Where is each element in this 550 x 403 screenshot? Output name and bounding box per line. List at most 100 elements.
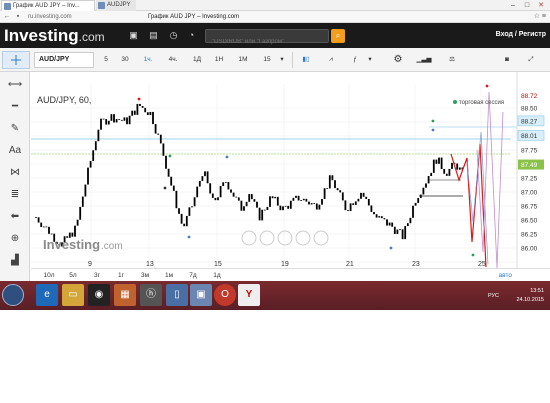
bar-count[interactable]: 15 — [258, 52, 276, 68]
candle-body — [206, 171, 209, 184]
candle-body — [97, 129, 100, 142]
search-input[interactable] — [206, 36, 328, 48]
back-icon[interactable]: ← — [2, 12, 12, 22]
gear-icon[interactable]: ⚙ — [390, 52, 406, 68]
candle-body — [451, 162, 453, 169]
reset-icon[interactable] — [277, 230, 293, 246]
period-5y[interactable]: 5л — [63, 270, 83, 281]
candle-body — [289, 200, 292, 209]
candle-type-icon[interactable]: ▮▯ — [298, 52, 314, 68]
briefcase-icon[interactable]: ▣ — [128, 30, 139, 41]
window-icon[interactable]: ▣ — [190, 284, 212, 306]
measure-icon[interactable]: ▟ — [4, 252, 26, 270]
period-3m[interactable]: 3м — [135, 270, 155, 281]
start-button[interactable] — [2, 284, 24, 306]
zoom-in-icon[interactable] — [295, 230, 311, 246]
camera-icon[interactable]: ◙ — [500, 52, 514, 68]
period-1y[interactable]: 1г — [111, 270, 131, 281]
logo-suffix: .com — [78, 30, 105, 44]
period-10y[interactable]: 10л — [39, 270, 59, 281]
period-1m[interactable]: 1м — [159, 270, 179, 281]
interval-1m[interactable]: 1М — [235, 52, 251, 68]
candle-body — [191, 206, 193, 208]
maximize-icon[interactable]: □ — [520, 0, 534, 11]
candle-body — [100, 118, 102, 130]
interval-5[interactable]: 5 — [100, 52, 112, 68]
price-tick-label: 88.01 — [521, 133, 538, 140]
candle-body — [48, 226, 50, 234]
calendar-icon[interactable]: ▤ — [148, 30, 159, 41]
candle-body — [237, 197, 240, 201]
candle-body — [157, 133, 160, 135]
indicator-icon[interactable]: ⩘ — [322, 52, 340, 68]
price-chart[interactable]: 88.72 88.50 88.27 88.01 87.75 87.49 87.25 87.00… — [31, 72, 550, 268]
login-link[interactable]: Вход / Регистр — [496, 31, 546, 38]
fx-icon[interactable]: ƒ — [348, 52, 362, 68]
candle-body — [406, 223, 409, 227]
chart-area[interactable]: 88.72 88.50 88.27 88.01 87.75 87.49 87.25 87.00… — [31, 72, 550, 268]
horizontal-line-icon[interactable]: ⟷ — [4, 76, 26, 94]
candles — [35, 103, 464, 247]
crosshair-icon[interactable] — [2, 51, 30, 69]
brush-icon[interactable]: ✎ — [4, 120, 26, 138]
folder-icon[interactable]: ▭ — [62, 284, 84, 306]
candle-body — [136, 103, 139, 115]
symbol-input[interactable]: AUD/JPY — [34, 52, 94, 68]
scales-icon[interactable]: ⚖ — [444, 52, 460, 68]
browser-tab[interactable]: AUDJPY — [96, 0, 136, 11]
url-field[interactable]: ru.investing.com — [28, 12, 146, 22]
zoom-icon[interactable]: ⊕ — [4, 230, 26, 248]
close-icon[interactable]: ✕ — [534, 0, 548, 11]
ie-icon[interactable]: e — [36, 284, 58, 306]
chevron-down-icon[interactable]: ▾ — [278, 52, 286, 68]
media-icon[interactable]: ▦ — [114, 284, 136, 306]
language-indicator[interactable]: РУС — [488, 293, 499, 299]
interval-4h[interactable]: 4ч. — [165, 52, 181, 68]
file-icon[interactable]: ▯ — [166, 284, 188, 306]
wave-marker — [163, 186, 167, 190]
scroll-left-icon[interactable] — [241, 230, 257, 246]
scroll-right-icon[interactable] — [313, 230, 329, 246]
minimize-icon[interactable]: – — [506, 0, 520, 11]
interval-30[interactable]: 30 — [118, 52, 132, 68]
price-tick-label: 86.50 — [521, 218, 538, 225]
browser-tab-active[interactable]: График AUD JPY – Inv... — [1, 0, 95, 11]
candle-body — [435, 159, 438, 164]
candle-body — [409, 217, 412, 224]
search-box[interactable] — [205, 29, 329, 48]
interval-1d[interactable]: 1Д — [190, 52, 204, 68]
app-icon[interactable]: ◉ — [88, 284, 110, 306]
clock-time[interactable]: 13:51 — [530, 288, 544, 294]
clock-date[interactable]: 24.10.2015 — [516, 297, 544, 303]
clock-icon[interactable]: ◷ — [168, 30, 179, 41]
pattern-icon[interactable]: ⋈ — [4, 164, 26, 182]
auto-scale-button[interactable]: авто — [499, 270, 512, 281]
yandex-browser-icon[interactable]: Y — [238, 284, 260, 306]
period-7d[interactable]: 7д — [183, 270, 203, 281]
candle-body — [107, 120, 110, 125]
fullscreen-icon[interactable]: ⤢ — [524, 52, 538, 68]
search-icon[interactable]: ⌕ — [331, 29, 345, 43]
candle-body — [287, 205, 290, 209]
period-3y[interactable]: 3г — [87, 270, 107, 281]
opera-icon[interactable]: O — [214, 284, 236, 306]
period-1d[interactable]: 1д — [207, 270, 227, 281]
candle-body — [297, 195, 300, 201]
screen: График AUD JPY – Inv... AUDJPY – □ ✕ ← ▪… — [0, 0, 550, 310]
candle-body — [81, 196, 84, 207]
interval-1h[interactable]: 1ч. — [140, 52, 156, 68]
text-tool-icon[interactable]: Aa — [4, 142, 26, 160]
site-logo[interactable]: Investing.com — [4, 26, 105, 45]
browser-menu-icon[interactable]: ☆ ≡ — [506, 12, 546, 22]
interval-1w[interactable]: 1Н — [212, 52, 226, 68]
fib-icon[interactable]: ≣ — [4, 186, 26, 204]
hp-icon[interactable]: ⓗ — [140, 284, 162, 306]
candle-body — [198, 180, 201, 187]
bell-icon[interactable]: ◔ — [186, 30, 197, 41]
compare-icon[interactable]: ▁▃▅ — [416, 52, 432, 68]
chevron-down-icon[interactable]: ▾ — [366, 52, 374, 68]
arrow-left-icon[interactable]: ⬅ — [4, 208, 26, 226]
zoom-out-icon[interactable] — [259, 230, 275, 246]
line-tool-icon[interactable]: ━ — [4, 98, 26, 116]
candle-body — [399, 229, 401, 231]
